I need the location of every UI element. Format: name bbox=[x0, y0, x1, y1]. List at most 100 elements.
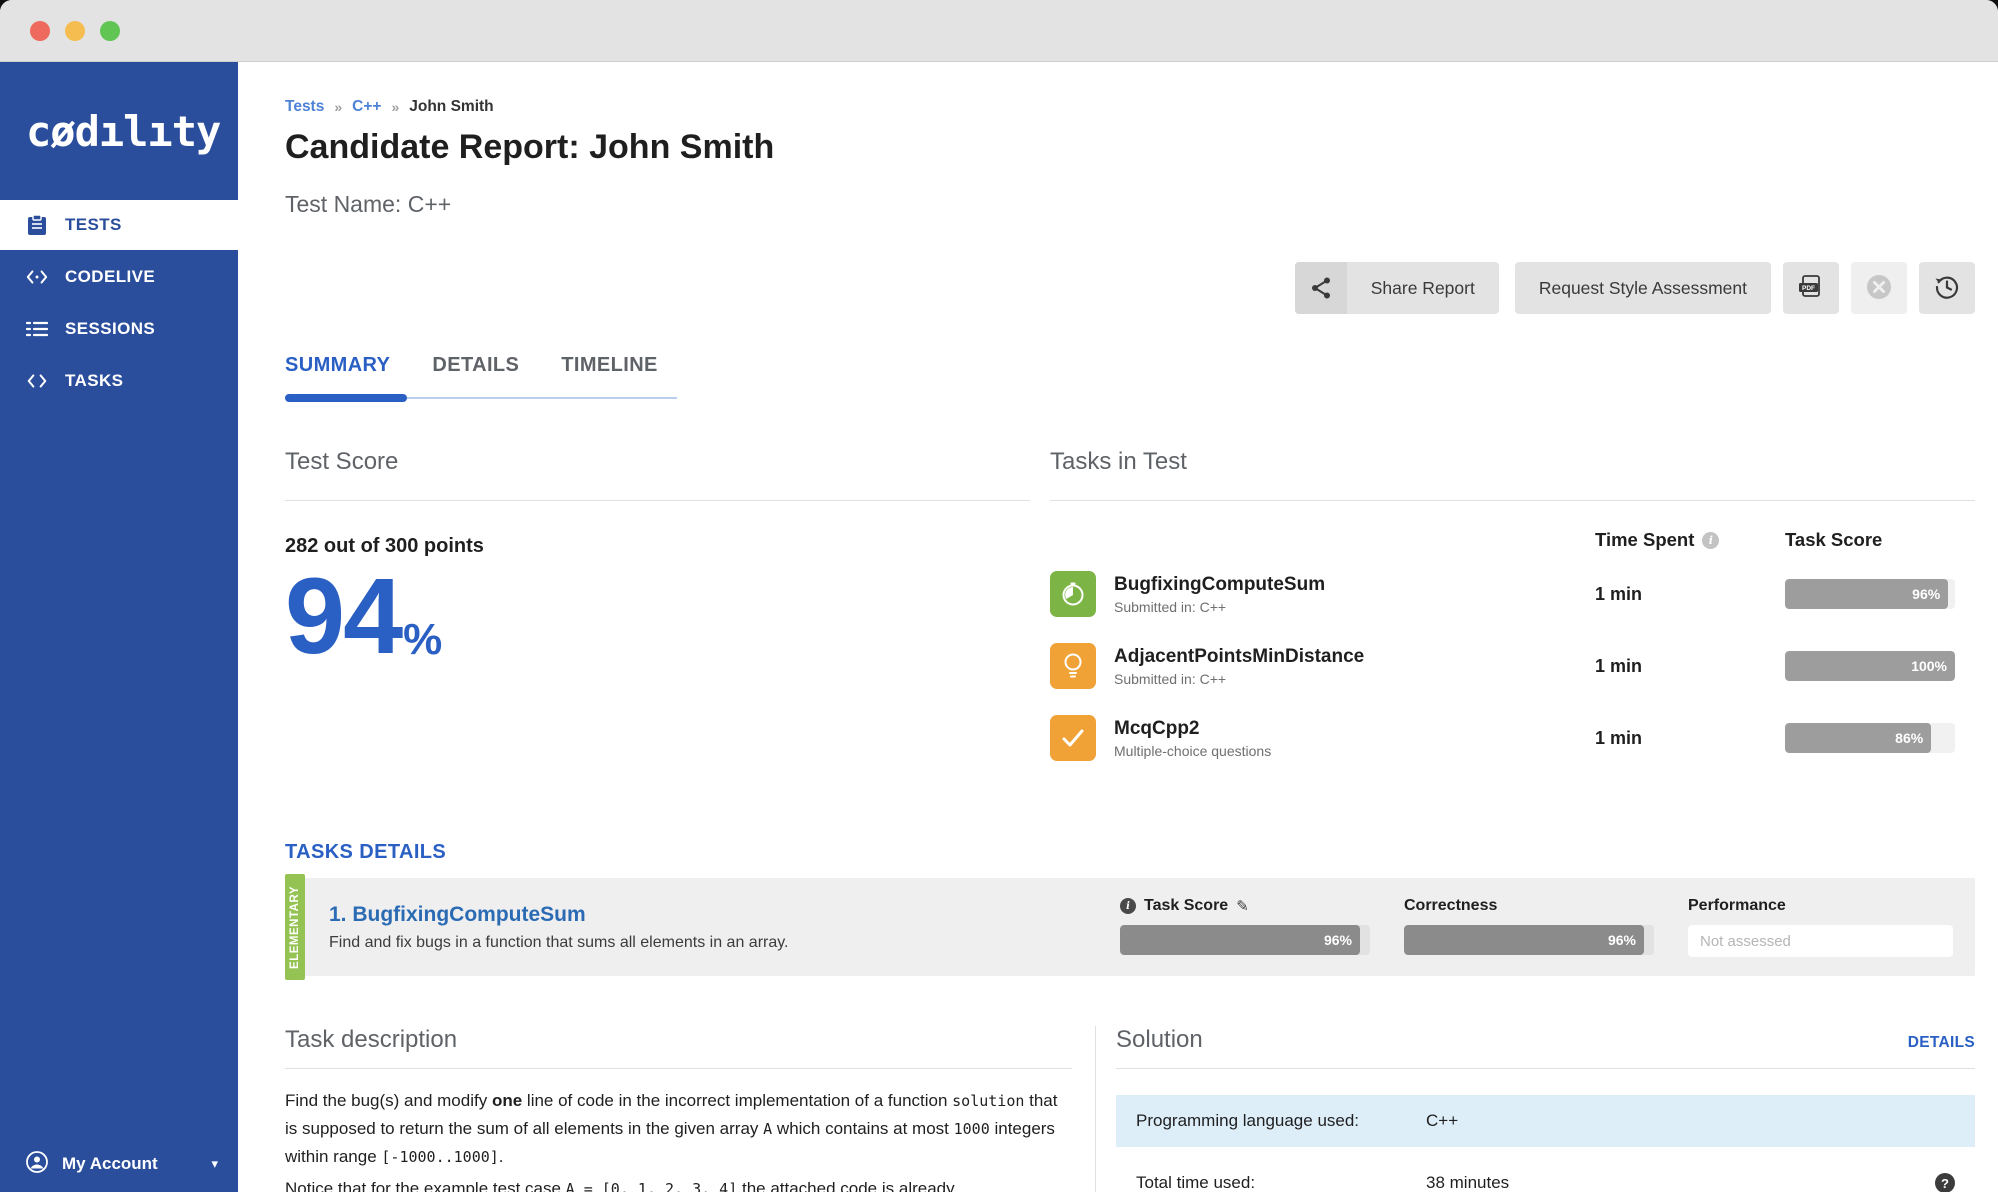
task-score-value: 100% bbox=[1911, 658, 1947, 674]
task-subtitle: Submitted in: C++ bbox=[1114, 671, 1364, 687]
tasks-in-test-section: Tasks in Test Time Spent i Task Score bbox=[1050, 448, 1975, 767]
sidebar-item-label: SESSIONS bbox=[65, 319, 155, 339]
sidebar-item-codelive[interactable]: CODELIVE bbox=[0, 252, 238, 302]
solution-details-link[interactable]: DETAILS bbox=[1908, 1034, 1975, 1052]
close-circle-icon bbox=[1866, 274, 1892, 303]
window-titlebar bbox=[0, 0, 1998, 62]
zoom-window-button[interactable] bbox=[100, 21, 120, 41]
tab-timeline[interactable]: TIMELINE bbox=[561, 354, 658, 377]
timer-icon bbox=[1050, 571, 1096, 617]
breadcrumb-test[interactable]: C++ bbox=[352, 98, 381, 116]
page-title: Candidate Report: John Smith bbox=[285, 128, 1975, 167]
cancel-session-button[interactable] bbox=[1851, 262, 1907, 314]
task-detail-panel: ELEMENTARY 1. BugfixingComputeSum Find a… bbox=[285, 878, 1975, 976]
table-row: BugfixingComputeSum Submitted in: C++ 1 … bbox=[1050, 565, 1975, 623]
task-score-bar: 86% bbox=[1785, 723, 1955, 753]
task-subtitle: Submitted in: C++ bbox=[1114, 599, 1325, 615]
task-name-link[interactable]: AdjacentPointsMinDistance bbox=[1114, 646, 1364, 668]
sidebar-item-sessions[interactable]: SESSIONS bbox=[0, 304, 238, 354]
test-score-heading: Test Score bbox=[285, 448, 1030, 476]
breadcrumb-separator: » bbox=[391, 99, 399, 115]
close-window-button[interactable] bbox=[30, 21, 50, 41]
report-actions: Share Report Request Style Assessment PD… bbox=[285, 262, 1975, 314]
difficulty-label: ELEMENTARY bbox=[289, 886, 301, 969]
app-window: cødılıty TESTS CODELIVE SESSIONS bbox=[0, 0, 1998, 1192]
test-score-section: Test Score 282 out of 300 points 94 % bbox=[285, 448, 1030, 767]
task-description-heading: Task description bbox=[285, 1026, 1072, 1054]
correctness-label: Correctness bbox=[1404, 897, 1497, 915]
codility-logo[interactable]: cødılıty bbox=[0, 62, 238, 200]
correctness-metric: Correctness 96% bbox=[1404, 897, 1654, 957]
info-icon[interactable]: i bbox=[1702, 532, 1719, 549]
share-icon bbox=[1295, 262, 1347, 314]
breadcrumb-candidate: John Smith bbox=[409, 98, 493, 116]
breadcrumb-separator: » bbox=[334, 99, 342, 115]
task-score-bar: 100% bbox=[1785, 651, 1955, 681]
task-score-metric-value: 96% bbox=[1324, 932, 1352, 948]
task-score-metric: i Task Score ✎ 96% bbox=[1120, 897, 1370, 957]
list-icon bbox=[26, 318, 48, 340]
my-account-menu[interactable]: My Account ▾ bbox=[0, 1136, 238, 1192]
request-style-assessment-button[interactable]: Request Style Assessment bbox=[1515, 262, 1771, 314]
my-account-label: My Account bbox=[62, 1154, 158, 1174]
export-pdf-button[interactable]: PDF bbox=[1783, 262, 1839, 314]
sidebar-item-label: TESTS bbox=[65, 215, 122, 235]
task-description-section: Task description Find the bug(s) and mod… bbox=[285, 1026, 1095, 1192]
help-icon[interactable]: ? bbox=[1935, 1173, 1955, 1192]
breadcrumb-tests[interactable]: Tests bbox=[285, 98, 324, 116]
task-name-link[interactable]: BugfixingComputeSum bbox=[1114, 574, 1325, 596]
time-spent-value: 1 min bbox=[1595, 584, 1785, 605]
task-score-bar: 96% bbox=[1785, 579, 1955, 609]
score-number: 94 bbox=[285, 562, 401, 670]
sidebar-item-tests[interactable]: TESTS bbox=[0, 200, 238, 250]
report-tabs: SUMMARY DETAILS TIMELINE bbox=[285, 354, 1975, 377]
sidebar-item-label: CODELIVE bbox=[65, 267, 155, 287]
language-value: C++ bbox=[1426, 1111, 1458, 1131]
task-score-value: 96% bbox=[1912, 586, 1940, 602]
score-percent-sign: % bbox=[403, 618, 442, 662]
task-subtitle: Multiple-choice questions bbox=[1114, 743, 1271, 759]
task-score-metric-bar: 96% bbox=[1120, 925, 1370, 955]
task-score-value: 86% bbox=[1895, 730, 1923, 746]
task-detail-title-link[interactable]: 1. BugfixingComputeSum bbox=[329, 903, 789, 927]
share-report-label: Share Report bbox=[1347, 278, 1499, 299]
code-icon bbox=[26, 370, 48, 392]
test-score-percent: 94 % bbox=[285, 562, 1030, 670]
info-icon[interactable]: i bbox=[1120, 898, 1136, 914]
task-name-link[interactable]: McqCpp2 bbox=[1114, 718, 1271, 740]
pdf-icon: PDF bbox=[1798, 275, 1824, 302]
solution-heading: Solution bbox=[1116, 1026, 1203, 1054]
task-score-header: Task Score bbox=[1785, 529, 1975, 551]
tab-details[interactable]: DETAILS bbox=[432, 354, 519, 377]
tab-summary[interactable]: SUMMARY bbox=[285, 354, 390, 377]
performance-metric: Performance Not assessed bbox=[1688, 897, 1953, 957]
window-controls bbox=[30, 21, 120, 41]
performance-label: Performance bbox=[1688, 897, 1786, 915]
codelive-icon bbox=[26, 266, 48, 288]
test-name-label: Test Name: C++ bbox=[285, 191, 1975, 218]
list-item: Total time used: 38 minutes ? bbox=[1116, 1157, 1975, 1192]
edit-score-icon[interactable]: ✎ bbox=[1236, 897, 1249, 915]
time-spent-value: 1 min bbox=[1595, 656, 1785, 677]
tasks-in-test-heading: Tasks in Test bbox=[1050, 448, 1975, 476]
account-icon bbox=[26, 1151, 48, 1178]
share-report-button[interactable]: Share Report bbox=[1295, 262, 1499, 314]
clipboard-icon bbox=[26, 214, 48, 236]
task-score-metric-label: Task Score bbox=[1144, 897, 1228, 915]
checkmark-icon bbox=[1050, 715, 1096, 761]
difficulty-ribbon: ELEMENTARY bbox=[285, 874, 305, 980]
sidebar-item-label: TASKS bbox=[65, 371, 123, 391]
lightbulb-icon bbox=[1050, 643, 1096, 689]
task-description-paragraph: Notice that for the example test case A … bbox=[285, 1175, 1072, 1192]
history-button[interactable] bbox=[1919, 262, 1975, 314]
sidebar: cødılıty TESTS CODELIVE SESSIONS bbox=[0, 62, 238, 1192]
correctness-bar: 96% bbox=[1404, 925, 1654, 955]
time-spent-value: 1 min bbox=[1595, 728, 1785, 749]
total-time-label: Total time used: bbox=[1136, 1173, 1426, 1192]
language-label: Programming language used: bbox=[1136, 1111, 1426, 1131]
time-spent-header: Time Spent bbox=[1595, 529, 1694, 551]
chevron-down-icon: ▾ bbox=[211, 1156, 218, 1172]
sidebar-item-tasks[interactable]: TASKS bbox=[0, 356, 238, 406]
history-icon bbox=[1934, 274, 1960, 303]
minimize-window-button[interactable] bbox=[65, 21, 85, 41]
